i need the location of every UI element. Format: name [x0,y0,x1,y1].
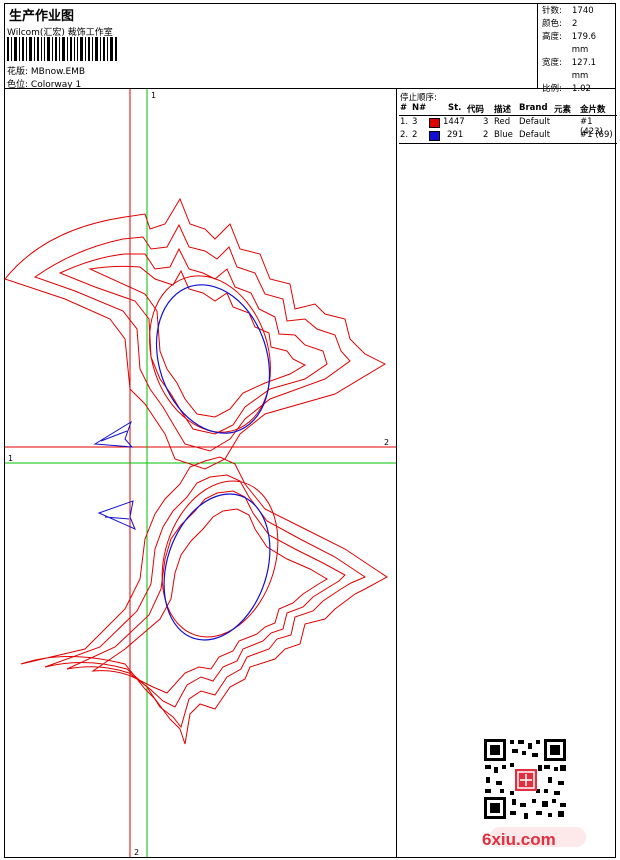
production-sheet: 生产作业图 Wilcom(汇宏) 裁饰工作室 花版: MBnow.EMB 色位:… [4,3,617,858]
guide-label: 2 [134,848,139,857]
spec-height: 高度: 179.6 mm [542,32,597,55]
spec-stitches: 针数: 1740 [542,6,594,16]
qr-watermark-logo: 6xiu.com [482,737,586,849]
panel-divider [396,88,397,858]
color-swatch-blue [429,131,440,141]
design-file: 花版: MBnow.EMB [7,67,86,77]
spec-colors: 颜色: 2 [542,19,578,29]
specs-panel: 针数: 1740 颜色: 2 高度: 179.6 mm 宽度: 127.1 mm 比例:… [542,5,615,96]
guide-label: 2 [384,438,389,447]
color-swatch-red [429,118,440,128]
guide-label: 1 [8,454,13,463]
embroidery-canvas: 1 2 1 2 [5,89,396,857]
upper-wing-outline [5,197,387,470]
table-row: 1. 3 1447 3 Red Default #1 (423) [400,117,603,137]
specs-divider [537,4,538,89]
sheet-title: 生产作业图 [9,9,75,24]
table-row: 2. 2 291 2 Blue Default #1 (69) [400,130,613,141]
spec-width: 宽度: 127.1 mm [542,58,597,81]
upper-blue-tab [93,420,134,448]
lower-wing-outline [20,456,388,745]
upper-eye-outline [149,275,271,433]
lower-eye-blue [163,493,271,641]
table-header: # N# St. 代码 描述 Brand 元素 金片数 [400,103,606,115]
stop-sequence-caption: 停止顺序: [400,93,437,103]
spec-scale: 比例: 1.02 [542,84,591,94]
lower-eye-outline [161,480,279,638]
barcode-image [7,37,117,61]
guide-label: 1 [151,91,156,100]
watermark-text: 6xiu.com [482,830,556,849]
